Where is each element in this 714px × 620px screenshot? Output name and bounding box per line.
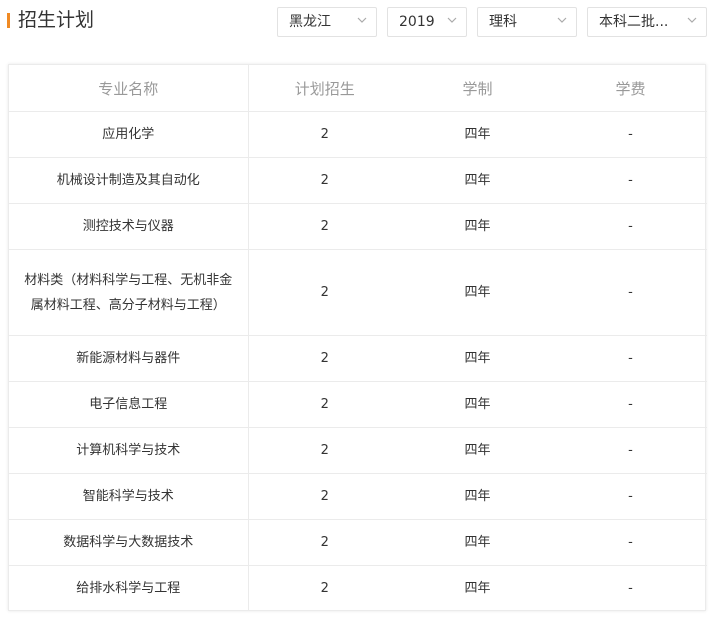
fee-cell: - [554, 473, 707, 520]
column-header-duration: 学制 [401, 65, 554, 112]
province-select[interactable]: 黑龙江 [277, 7, 377, 37]
duration-cell: 四年 [464, 580, 491, 596]
subject-select[interactable]: 理科 [477, 7, 577, 37]
major-name-cell: 材料类（材料科学与工程、无机非金属材料工程、高分子材料与工程） [9, 249, 249, 336]
duration-cell: 四年 [401, 157, 554, 204]
plan-count-cell: 2 [248, 519, 401, 566]
plan-count-cell: 2 [248, 335, 401, 382]
major-name-cell: 测控技术与仪器 [9, 203, 249, 250]
plan-count-cell: 2 [248, 203, 401, 250]
major-name-cell: 计算机科学与技术 [9, 427, 249, 474]
major-name-cell: 机械设计制造及其自动化 [9, 157, 249, 204]
table-row: 计算机科学与技术 2 四年 - [9, 427, 707, 474]
table-row: 给排水科学与工程 2 四年 - [9, 565, 707, 611]
enrollment-table-container: 专业名称 计划招生 学制 学费 应用化学 2 四年 - 机械设计制造及其自动化 … [8, 64, 707, 611]
fee-cell: - [554, 203, 707, 250]
fee-cell: - [628, 580, 633, 596]
duration-cell: 四年 [401, 473, 554, 520]
plan-count-cell: 2 [248, 157, 401, 204]
duration-cell: 四年 [401, 203, 554, 250]
duration-cell: 四年 [401, 111, 554, 158]
fee-cell: - [554, 249, 707, 336]
duration-cell: 四年 [401, 519, 554, 566]
table-header-row: 专业名称 计划招生 学制 学费 [9, 65, 707, 112]
subject-select-value: 理科 [489, 14, 517, 30]
chevron-down-icon [447, 17, 457, 23]
header: 招生计划 黑龙江 2019 理科 本科二批... [0, 0, 714, 44]
table-row: 材料类（材料科学与工程、无机非金属材料工程、高分子材料与工程） 2 四年 - [9, 249, 707, 336]
major-name-cell: 新能源材料与器件 [9, 335, 249, 382]
fee-cell: - [554, 335, 707, 382]
batch-select[interactable]: 本科二批... [587, 7, 707, 37]
batch-select-value: 本科二批... [599, 14, 669, 30]
plan-count-cell: 2 [248, 249, 401, 336]
duration-cell: 四年 [401, 249, 554, 336]
column-header-plan: 计划招生 [248, 65, 401, 112]
column-header-fee: 学费 [554, 65, 707, 112]
column-header-major: 专业名称 [9, 65, 249, 112]
fee-cell: - [554, 519, 707, 566]
title-accent-bar [7, 13, 10, 28]
page-title: 招生计划 [18, 9, 95, 31]
major-name-cell: 给排水科学与工程 [9, 565, 249, 611]
plan-count-cell: 2 [248, 473, 401, 520]
major-name-cell: 智能科学与技术 [9, 473, 249, 520]
enrollment-table: 专业名称 计划招生 学制 学费 应用化学 2 四年 - 机械设计制造及其自动化 … [9, 65, 707, 611]
year-select-value: 2019 [399, 14, 435, 30]
major-name-cell: 数据科学与大数据技术 [9, 519, 249, 566]
chevron-down-icon [687, 17, 697, 23]
chevron-down-icon [357, 17, 367, 23]
table-row: 智能科学与技术 2 四年 - [9, 473, 707, 520]
fee-cell: - [554, 381, 707, 428]
major-name-cell: 应用化学 [9, 111, 249, 158]
plan-count-cell: 2 [248, 427, 401, 474]
table-row: 数据科学与大数据技术 2 四年 - [9, 519, 707, 566]
fee-cell: - [554, 427, 707, 474]
year-select[interactable]: 2019 [387, 7, 467, 37]
province-select-value: 黑龙江 [289, 14, 331, 30]
fee-cell: - [554, 157, 707, 204]
chevron-down-icon [557, 17, 567, 23]
table-row: 电子信息工程 2 四年 - [9, 381, 707, 428]
duration-cell: 四年 [401, 381, 554, 428]
table-row: 机械设计制造及其自动化 2 四年 - [9, 157, 707, 204]
table-row: 新能源材料与器件 2 四年 - [9, 335, 707, 382]
plan-count-cell: 2 [248, 381, 401, 428]
major-name-cell: 电子信息工程 [9, 381, 249, 428]
plan-count-cell: 2 [248, 111, 401, 158]
fee-cell: - [554, 111, 707, 158]
table-row: 测控技术与仪器 2 四年 - [9, 203, 707, 250]
plan-count-cell: 2 [320, 580, 329, 596]
table-row: 应用化学 2 四年 - [9, 111, 707, 158]
duration-cell: 四年 [401, 427, 554, 474]
duration-cell: 四年 [401, 335, 554, 382]
